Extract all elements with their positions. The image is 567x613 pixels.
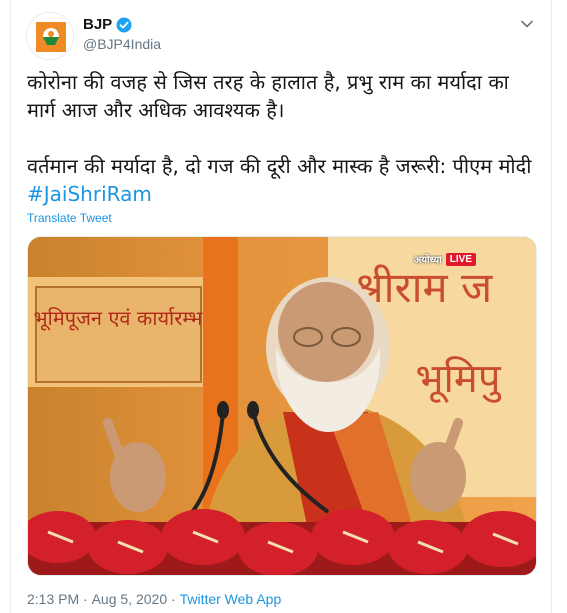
tweet-text-paragraph-1: कोरोना की वजह से जिस तरह के हालात है, प्… bbox=[27, 70, 509, 122]
tweet-card: BJP @BJP4India कोरोना की वजह से जिस तरह … bbox=[10, 0, 552, 613]
handle[interactable]: @BJP4India bbox=[83, 36, 161, 52]
banner-right-bottom-text: भूमिपु bbox=[415, 356, 501, 403]
tweet-time[interactable]: 2:13 PM bbox=[27, 591, 79, 607]
tweet-date[interactable]: Aug 5, 2020 bbox=[92, 591, 168, 607]
chevron-down-icon[interactable] bbox=[517, 14, 537, 34]
translate-tweet-link[interactable]: Translate Tweet bbox=[27, 211, 112, 225]
verified-badge-icon bbox=[116, 17, 132, 32]
avatar[interactable] bbox=[26, 12, 74, 60]
live-badge: अयोध्या LIVE bbox=[414, 252, 476, 266]
media-image: भूमिपूजन एवं कार्यारम्भ श्रीराम ज भूमिपु bbox=[28, 237, 536, 575]
display-name[interactable]: BJP bbox=[83, 16, 112, 33]
meta-separator-1: · bbox=[79, 591, 92, 607]
hashtag-link[interactable]: #JaiShriRam bbox=[27, 182, 152, 206]
live-label: LIVE bbox=[445, 252, 476, 266]
tweet-text-paragraph-2: वर्तमान की मर्यादा है, दो गज की दूरी और … bbox=[27, 152, 539, 208]
bjp-logo-icon bbox=[27, 13, 73, 59]
tweet-text: कोरोना की वजह से जिस तरह के हालात है, प्… bbox=[27, 68, 539, 208]
meta-separator-2: · bbox=[167, 591, 180, 607]
tweet-media[interactable]: भूमिपूजन एवं कार्यारम्भ श्रीराम ज भूमिपु bbox=[27, 236, 537, 576]
banner-left-text: भूमिपूजन एवं कार्यारम्भ bbox=[34, 306, 204, 331]
author-block[interactable]: BJP @BJP4India bbox=[83, 14, 161, 52]
tweet-text-quote: वर्तमान की मर्यादा है, दो गज की दूरी और … bbox=[27, 154, 532, 178]
live-place-label: अयोध्या bbox=[413, 255, 442, 266]
tweet-source-link[interactable]: Twitter Web App bbox=[180, 591, 282, 607]
tweet-meta: 2:13 PM · Aug 5, 2020 · Twitter Web App bbox=[27, 591, 281, 607]
